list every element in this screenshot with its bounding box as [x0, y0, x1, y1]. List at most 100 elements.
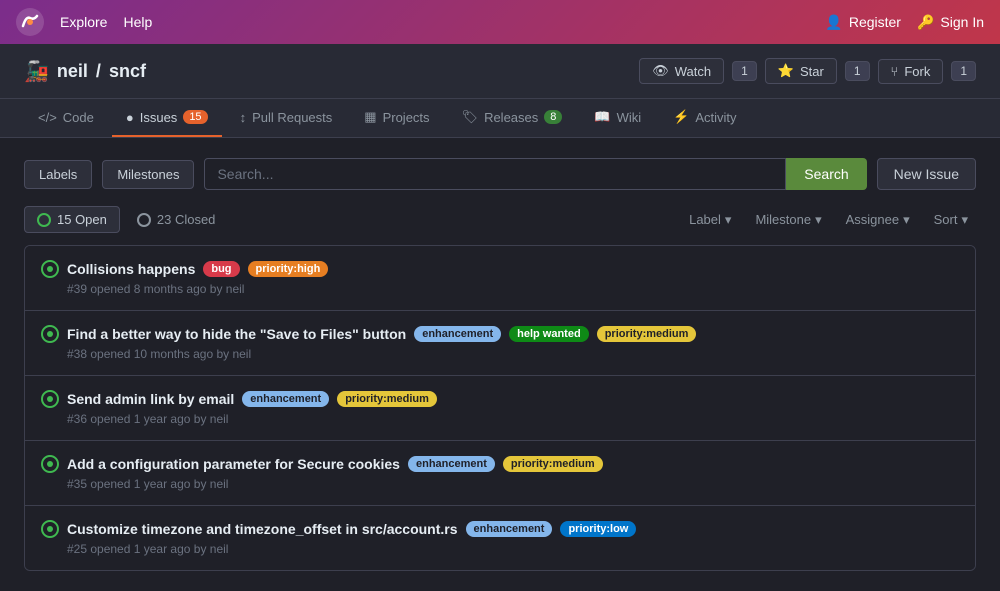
tab-wiki[interactable]: 📖 Wiki — [580, 99, 655, 137]
fork-button[interactable]: ⑂ Fork — [878, 59, 944, 84]
eye-icon: 👁 — [652, 63, 669, 79]
repo-title: 🚂 neil / sncf — [24, 59, 146, 84]
issue-badge: help wanted — [509, 326, 589, 342]
label-filter[interactable]: Label ▾ — [681, 207, 739, 233]
repo-header: 🚂 neil / sncf 👁 Watch 1 ⭐ Star 1 ⑂ Fork … — [0, 44, 1000, 99]
tab-pullrequests[interactable]: ↕ Pull Requests — [226, 100, 347, 137]
issue-item: Send admin link by email enhancementprio… — [25, 376, 975, 441]
issue-meta: #25 opened 1 year ago by neil — [67, 542, 959, 556]
issues-list: Collisions happens bug priority:high #39 … — [24, 245, 976, 571]
issue-title[interactable]: Find a better way to hide the "Save to F… — [67, 326, 406, 342]
tab-code[interactable]: </> Code — [24, 100, 108, 137]
issue-title[interactable]: Send admin link by email — [67, 391, 234, 407]
pr-icon: ↕ — [240, 110, 247, 125]
topnav: Explore Help 👤 Register 🔑 Sign In — [0, 0, 1000, 44]
filter-bar: Labels Milestones Search New Issue — [24, 158, 976, 190]
chevron-down-icon: ▾ — [961, 212, 968, 228]
issue-title[interactable]: Add a configuration parameter for Secure… — [67, 456, 400, 472]
nav-explore[interactable]: Explore — [60, 14, 107, 30]
issues-content: Labels Milestones Search New Issue 15 Op… — [0, 138, 1000, 591]
status-toggles: 15 Open 23 Closed — [24, 206, 228, 233]
star-button[interactable]: ⭐ Star — [765, 58, 837, 84]
issue-title-row: Find a better way to hide the "Save to F… — [41, 325, 959, 343]
wiki-icon: 📖 — [594, 109, 610, 125]
star-count: 1 — [845, 61, 870, 81]
issue-icon: ● — [126, 110, 134, 125]
issue-item: Find a better way to hide the "Save to F… — [25, 311, 975, 376]
fork-count: 1 — [951, 61, 976, 81]
status-bar: 15 Open 23 Closed Label ▾ Milestone ▾ As… — [24, 206, 976, 233]
assignee-filter[interactable]: Assignee ▾ — [838, 207, 918, 233]
tab-issues[interactable]: ● Issues 15 — [112, 100, 222, 137]
issue-badge: priority:low — [560, 521, 636, 537]
issue-meta: #38 opened 10 months ago by neil — [67, 347, 959, 361]
issue-badge: priority:medium — [597, 326, 697, 342]
issue-badge: enhancement — [408, 456, 495, 472]
chevron-down-icon: ▾ — [903, 212, 910, 228]
issue-item: Customize timezone and timezone_offset i… — [25, 506, 975, 570]
issue-item: Collisions happens bug priority:high #39 … — [25, 246, 975, 311]
search-button[interactable]: Search — [786, 158, 866, 190]
closed-circle-icon — [137, 213, 151, 227]
issue-badge: priority:high — [248, 261, 329, 277]
project-icon: ▦ — [364, 109, 376, 125]
open-issues-button[interactable]: 15 Open — [24, 206, 120, 233]
issue-title-row: Send admin link by email enhancementprio… — [41, 390, 959, 408]
user-icon: 👤 — [825, 14, 842, 31]
issue-badge: bug — [203, 261, 239, 277]
issue-title-row: Customize timezone and timezone_offset i… — [41, 520, 959, 538]
issue-badge: enhancement — [242, 391, 329, 407]
chevron-down-icon: ▾ — [725, 212, 732, 228]
issue-item: Add a configuration parameter for Secure… — [25, 441, 975, 506]
milestone-filter[interactable]: Milestone ▾ — [747, 207, 829, 233]
watch-button[interactable]: 👁 Watch — [639, 58, 724, 84]
milestones-button[interactable]: Milestones — [102, 160, 194, 189]
labels-button[interactable]: Labels — [24, 160, 92, 189]
issue-title-row: Add a configuration parameter for Secure… — [41, 455, 959, 473]
topnav-right: 👤 Register 🔑 Sign In — [825, 14, 984, 31]
closed-issues-button[interactable]: 23 Closed — [124, 206, 229, 233]
tab-releases[interactable]: 🏷 Releases 8 — [448, 99, 577, 137]
logo[interactable] — [16, 8, 44, 36]
repo-tabs: </> Code ● Issues 15 ↕ Pull Requests ▦ P… — [0, 99, 1000, 138]
issue-badge: priority:medium — [503, 456, 603, 472]
activity-icon: ⚡ — [673, 109, 689, 125]
repo-actions: 👁 Watch 1 ⭐ Star 1 ⑂ Fork 1 — [639, 58, 976, 84]
issue-meta: #36 opened 1 year ago by neil — [67, 412, 959, 426]
issue-open-icon — [41, 520, 59, 538]
tab-projects[interactable]: ▦ Projects — [350, 99, 443, 137]
issue-meta: #39 opened 8 months ago by neil — [67, 282, 959, 296]
repo-owner[interactable]: neil — [57, 61, 88, 82]
issue-title[interactable]: Collisions happens — [67, 261, 195, 277]
open-circle-icon — [37, 213, 51, 227]
issue-open-icon — [41, 260, 59, 278]
issue-badge: enhancement — [466, 521, 553, 537]
repo-name[interactable]: sncf — [109, 61, 146, 82]
tab-activity[interactable]: ⚡ Activity — [659, 99, 750, 137]
chevron-down-icon: ▾ — [815, 212, 822, 228]
filter-dropdowns: Label ▾ Milestone ▾ Assignee ▾ Sort ▾ — [681, 207, 976, 233]
issue-meta: #35 opened 1 year ago by neil — [67, 477, 959, 491]
signin-button[interactable]: 🔑 Sign In — [917, 14, 984, 31]
issue-title-row: Collisions happens bug priority:high — [41, 260, 959, 278]
register-button[interactable]: 👤 Register — [825, 14, 901, 31]
issue-open-icon — [41, 325, 59, 343]
issue-open-icon — [41, 455, 59, 473]
releases-badge: 8 — [544, 110, 562, 124]
nav-help[interactable]: Help — [123, 14, 152, 30]
code-icon: </> — [38, 110, 57, 125]
new-issue-button[interactable]: New Issue — [877, 158, 976, 190]
star-icon: ⭐ — [778, 63, 794, 79]
signin-icon: 🔑 — [917, 14, 934, 31]
repo-emoji: 🚂 — [24, 59, 49, 84]
tag-icon: 🏷 — [462, 109, 479, 125]
search-container: Search — [204, 158, 866, 190]
issue-open-icon — [41, 390, 59, 408]
watch-count: 1 — [732, 61, 757, 81]
sort-filter[interactable]: Sort ▾ — [926, 207, 976, 233]
fork-icon: ⑂ — [891, 64, 899, 79]
search-input[interactable] — [204, 158, 786, 190]
issue-badge: enhancement — [414, 326, 501, 342]
issue-title[interactable]: Customize timezone and timezone_offset i… — [67, 521, 458, 537]
issues-badge: 15 — [183, 110, 207, 124]
